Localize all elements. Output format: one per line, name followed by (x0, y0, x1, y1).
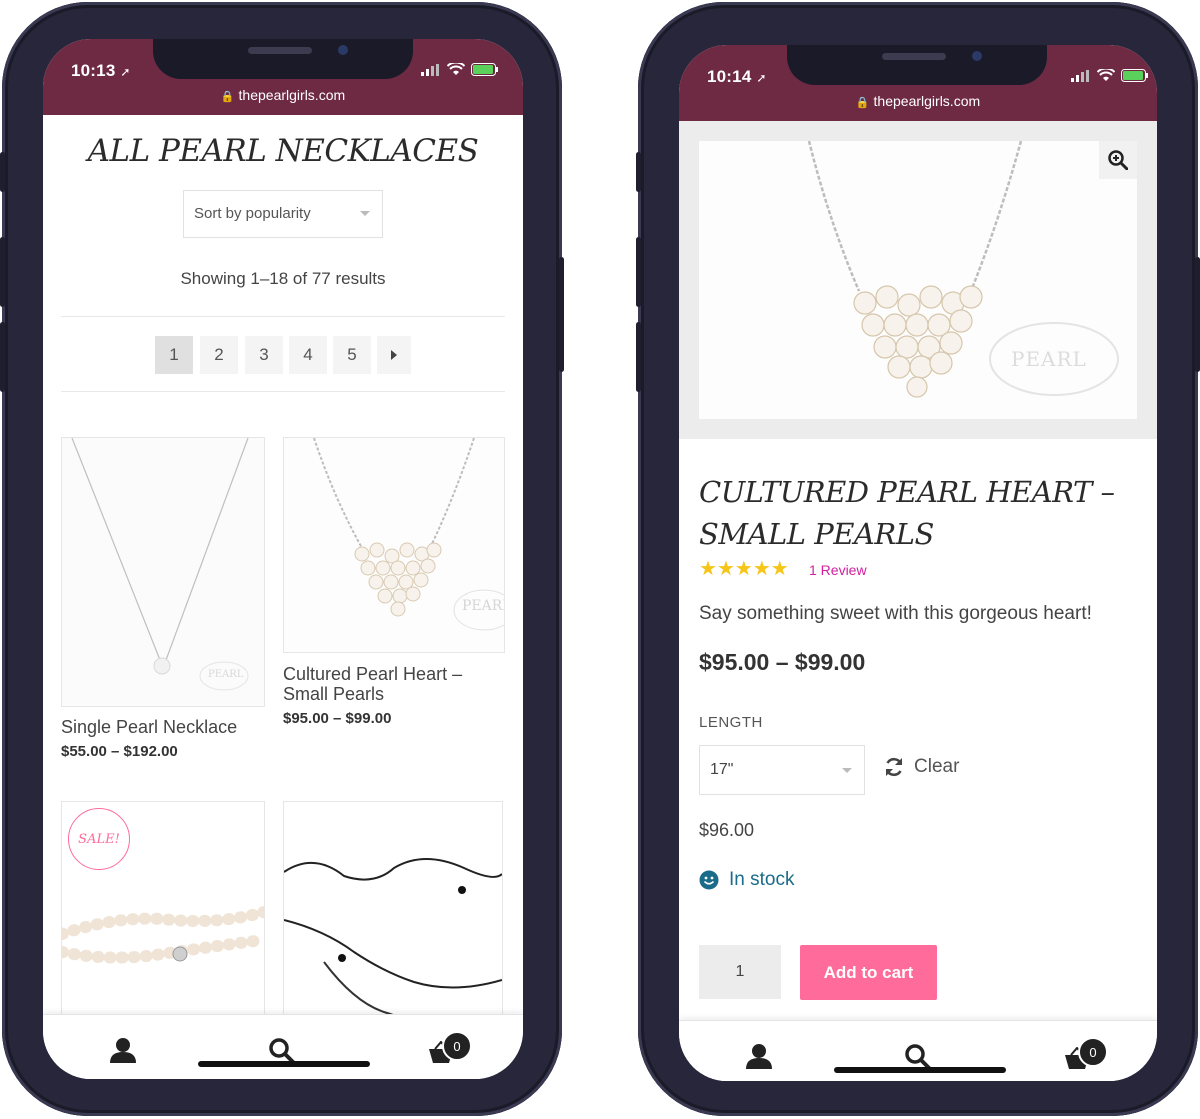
product-gallery: PEARL (679, 121, 1157, 439)
smile-icon (699, 870, 719, 890)
star-icon: ★ (752, 558, 771, 580)
zoom-icon (1108, 150, 1128, 170)
lock-icon: 🔒 (855, 97, 870, 109)
cart-count-badge: 0 (1078, 1037, 1108, 1067)
star-icon: ★ (770, 558, 789, 580)
wifi-icon (1097, 69, 1115, 81)
bottom-nav: 0 (43, 1014, 523, 1079)
results-count: Showing 1–18 of 77 results (180, 269, 386, 288)
address-bar[interactable]: 🔒 thepearlgirls.com (43, 87, 523, 103)
page-title: ALL PEARL NECKLACES (87, 133, 479, 169)
user-icon[interactable] (745, 1043, 773, 1069)
quantity-input[interactable]: 1 (699, 945, 781, 999)
lock-icon: 🔒 (220, 91, 235, 103)
sort-select[interactable]: Sort by popularity (183, 190, 383, 238)
sale-badge: SALE! (68, 808, 130, 870)
product-main-image[interactable]: PEARL (699, 141, 1137, 419)
sort-select-value: Sort by popularity (194, 205, 311, 222)
page-1-button[interactable]: 1 (155, 336, 193, 374)
signal-icon (1071, 69, 1089, 82)
left-phone-frame: 10:13 ➚ 🔒 thepearlgirls.com ALL PEARL NEC… (0, 2, 564, 1116)
product-price: $95.00 – $99.00 (283, 710, 392, 727)
price-range: $95.00 – $99.00 (699, 649, 866, 675)
product-image-pearl-strand[interactable]: SALE! (61, 801, 265, 1043)
product-price: $55.00 – $192.00 (61, 743, 178, 760)
battery-icon (471, 63, 498, 76)
variation-price: $96.00 (699, 820, 755, 840)
status-time: 10:14 ➚ (707, 67, 767, 86)
product-image-pearl-heart[interactable]: PEARL (283, 437, 505, 653)
chevron-down-icon (842, 768, 852, 773)
watermark-text: PEARL (1011, 347, 1087, 371)
notch (787, 45, 1047, 85)
user-icon[interactable] (109, 1037, 137, 1063)
star-icon: ★ (716, 558, 735, 580)
product-tagline: Say something sweet with this gorgeous h… (699, 603, 1092, 624)
product-title: CULTURED PEARL HEART – SMALL PEARLS (699, 475, 1115, 551)
divider (61, 391, 505, 392)
left-screen: 10:13 ➚ 🔒 thepearlgirls.com ALL PEARL NEC… (43, 39, 523, 1079)
battery-icon (1121, 69, 1148, 82)
product-image-leather-cord[interactable] (283, 801, 503, 1043)
length-select[interactable]: 17" (699, 745, 865, 795)
add-to-cart-button[interactable]: Add to cart (800, 945, 937, 1000)
notch (153, 39, 413, 79)
zoom-button[interactable] (1099, 141, 1137, 179)
star-icon: ★ (699, 558, 717, 580)
page-3-button[interactable]: 3 (245, 336, 283, 374)
signal-icon (421, 63, 439, 76)
length-label: LENGTH (699, 714, 763, 731)
cart-count-badge: 0 (442, 1031, 472, 1061)
right-screen: 10:14 ➚ 🔒 thepearlgirls.com PEARL CULTUR… (679, 45, 1157, 1081)
wifi-icon (447, 63, 465, 75)
refresh-icon (885, 757, 903, 777)
product-name[interactable]: Single Pearl Necklace (61, 717, 237, 737)
next-page-button[interactable] (377, 336, 411, 374)
divider (61, 316, 505, 317)
bottom-nav: 0 (679, 1020, 1157, 1081)
home-indicator[interactable] (834, 1067, 1006, 1073)
right-phone-frame: 10:14 ➚ 🔒 thepearlgirls.com PEARL CULTUR… (636, 2, 1200, 1116)
chevron-down-icon (360, 211, 370, 216)
home-indicator[interactable] (198, 1061, 370, 1067)
page-4-button[interactable]: 4 (289, 336, 327, 374)
reviews-link[interactable]: 1 Review (809, 562, 867, 578)
status-time: 10:13 ➚ (71, 61, 131, 80)
product-image-single-pearl[interactable]: PEARL (61, 437, 265, 707)
star-rating: ★★★★★ (699, 556, 789, 581)
watermark-text: PEARL (462, 598, 504, 614)
watermark-text: PEARL (208, 669, 244, 680)
star-icon: ★ (734, 558, 753, 580)
clear-button[interactable]: Clear (883, 756, 959, 778)
page-2-button[interactable]: 2 (200, 336, 238, 374)
length-select-value: 17" (710, 761, 734, 778)
caret-right-icon (391, 350, 397, 360)
stock-status: In stock (699, 869, 794, 891)
page-5-button[interactable]: 5 (333, 336, 371, 374)
product-name[interactable]: Cultured Pearl Heart – Small Pearls (283, 664, 462, 704)
address-bar[interactable]: 🔒 thepearlgirls.com (679, 93, 1157, 109)
